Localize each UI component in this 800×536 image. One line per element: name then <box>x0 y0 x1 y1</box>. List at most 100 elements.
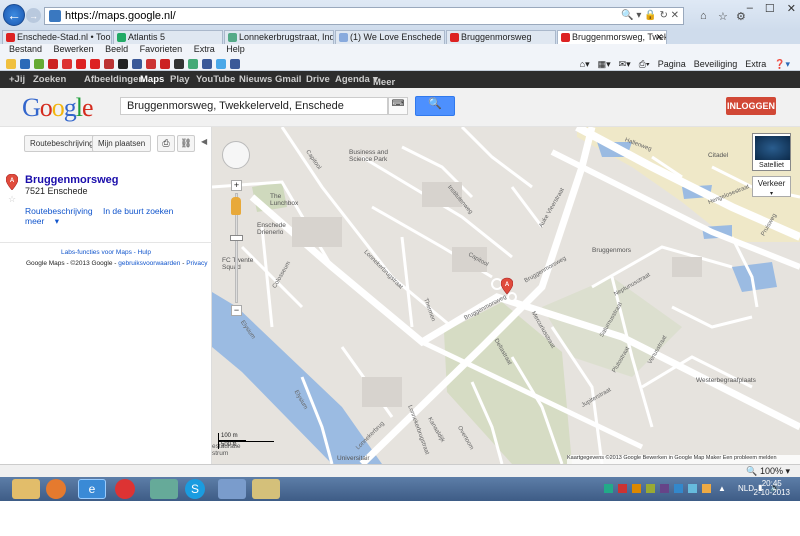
favorite-icon[interactable] <box>132 59 142 69</box>
favorite-icon[interactable] <box>48 59 58 69</box>
address-bar[interactable]: https://maps.google.nl/ 🔍 ▾ 🔒 ↻ ✕ <box>44 7 684 25</box>
directions-button[interactable]: Routebeschrijving <box>24 135 100 152</box>
favorite-icon[interactable] <box>20 59 30 69</box>
print-icon[interactable]: ⎙▾ <box>639 59 650 70</box>
tray-icon[interactable] <box>604 484 613 493</box>
tray-up-icon[interactable]: ▲ <box>718 484 726 493</box>
tab-3[interactable]: Lonnekerbrugstraat, Industrie, ... <box>224 30 334 44</box>
traffic-button[interactable]: Verkeer ▾ <box>752 176 791 197</box>
menu-item-extra[interactable]: Extra <box>194 44 215 54</box>
clock[interactable]: 20:45 2-10-2013 <box>754 479 790 497</box>
label-lunchbox[interactable]: The Lunchbox <box>270 193 298 207</box>
command-pagina[interactable]: Pagina <box>658 59 686 69</box>
tab-1[interactable]: Enschede-Stad.nl • Toon onde... <box>2 30 112 44</box>
gbar-item-gmail[interactable]: Gmail <box>275 74 301 85</box>
tray-icon[interactable] <box>646 484 655 493</box>
search-button[interactable]: 🔍 <box>415 96 455 116</box>
home-icon[interactable]: ⌂ <box>700 10 707 22</box>
favorite-icon[interactable] <box>188 59 198 69</box>
terms-link[interactable]: gebruiksvoorwaarden <box>118 260 180 267</box>
rss-icon[interactable]: ▦▾ <box>598 59 611 70</box>
forward-button[interactable]: → <box>26 8 41 23</box>
gbar-item-nieuws[interactable]: Nieuws <box>239 74 272 85</box>
favorite-icon[interactable] <box>76 59 86 69</box>
favorite-icon[interactable] <box>230 59 240 69</box>
favorite-icon[interactable] <box>174 59 184 69</box>
zoom-out-button[interactable]: − <box>231 305 242 316</box>
gbar-item-play[interactable]: Play <box>170 74 190 85</box>
gbar-item-zoeken[interactable]: Zoeken <box>33 74 66 85</box>
favorite-icon[interactable] <box>104 59 114 69</box>
favorite-icon[interactable] <box>118 59 128 69</box>
back-button[interactable]: ← <box>3 4 25 26</box>
label-bruggenmors[interactable]: Bruggenmors <box>592 247 631 254</box>
label-drienerlo[interactable]: Enschede Drienerlo <box>257 222 286 236</box>
marker-pin-icon[interactable]: A <box>6 174 18 190</box>
command-extra[interactable]: Extra <box>745 59 766 69</box>
menu-item-help[interactable]: Help <box>226 44 245 54</box>
tray-icon[interactable] <box>674 484 683 493</box>
tray-icon[interactable] <box>688 484 697 493</box>
menu-item-favorieten[interactable]: Favorieten <box>140 44 183 54</box>
zoom-slider-handle[interactable] <box>230 235 243 241</box>
menu-item-bestand[interactable]: Bestand <box>9 44 42 54</box>
login-button[interactable]: INLOGGEN <box>726 97 776 115</box>
privacy-link[interactable]: Privacy <box>186 260 207 267</box>
print-button[interactable]: ⎙ <box>157 135 175 152</box>
keyboard-icon[interactable]: ⌨ <box>388 97 408 115</box>
firefox-icon[interactable] <box>46 479 66 499</box>
label-universitair[interactable]: Universitair <box>337 455 370 462</box>
gear-icon[interactable]: ⚙ <box>736 10 746 23</box>
labs-help-link[interactable]: Labs-functies voor Maps - Hulp <box>0 249 212 256</box>
tab-2[interactable]: Atlantis 5 <box>113 30 223 44</box>
explorer-icon[interactable] <box>12 479 40 499</box>
gbar-item-afbeeldingen[interactable]: Afbeeldingen <box>84 74 144 85</box>
gbar-item-plus[interactable]: +Jij <box>9 74 25 85</box>
tray-icon[interactable] <box>618 484 627 493</box>
satellite-button[interactable]: Satelliet <box>752 133 791 171</box>
collapse-panel-icon[interactable]: ◀ <box>201 137 207 146</box>
favorite-icon[interactable] <box>146 59 156 69</box>
label-westerbegraafplaats[interactable]: Westerbegraafplaats <box>696 377 756 384</box>
pan-control[interactable] <box>222 141 250 169</box>
my-places-button[interactable]: Mijn plaatsen <box>92 135 152 152</box>
favorite-icon[interactable] <box>34 59 44 69</box>
internet-explorer-icon[interactable]: e <box>78 479 106 499</box>
map-marker-a[interactable]: A <box>501 277 513 295</box>
menu-item-beeld[interactable]: Beeld <box>105 44 128 54</box>
google-logo[interactable]: Google <box>22 93 94 123</box>
menu-item-bewerken[interactable]: Bewerken <box>54 44 94 54</box>
maximize-icon[interactable]: ☐ <box>765 2 775 15</box>
search-input[interactable]: Bruggenmorsweg, Twekkelerveld, Enschede <box>120 97 388 115</box>
tray-icon[interactable] <box>702 484 711 493</box>
favorites-star-icon[interactable]: ☆ <box>718 10 728 23</box>
tray-icon[interactable] <box>632 484 641 493</box>
map-canvas[interactable]: Business and Science Park The Lunchbox E… <box>212 127 800 464</box>
favorite-icon[interactable] <box>216 59 226 69</box>
result-title[interactable]: Bruggenmorsweg <box>25 174 119 186</box>
help-icon[interactable]: ❓▾ <box>774 59 790 70</box>
result-nearby-link[interactable]: In de buurt zoeken <box>103 206 173 216</box>
zoom-level[interactable]: 🔍 100% ▾ <box>746 466 790 477</box>
favorite-icon[interactable] <box>160 59 170 69</box>
link-button[interactable]: ⛓ <box>177 135 195 152</box>
close-icon[interactable]: ✕ <box>787 2 796 15</box>
folder-icon[interactable] <box>252 479 280 499</box>
result-directions-link[interactable]: Routebeschrijving <box>25 206 93 216</box>
chrome-icon[interactable] <box>115 479 135 499</box>
result-more-link[interactable]: meer ▾ <box>25 216 59 226</box>
zoom-in-button[interactable]: + <box>231 180 242 191</box>
keyboard-language[interactable]: NLD <box>738 484 754 493</box>
gbar-item-meer[interactable]: Meer ▾ <box>373 74 395 88</box>
favorite-icon[interactable] <box>62 59 72 69</box>
mail-icon[interactable]: ✉▾ <box>619 59 631 70</box>
pegman-icon[interactable] <box>231 197 241 215</box>
star-icon[interactable]: ☆ <box>8 194 16 205</box>
gbar-item-youtube[interactable]: YouTube <box>196 74 235 85</box>
minimize-icon[interactable]: – <box>747 2 753 15</box>
tab-6-active[interactable]: Bruggenmorsweg, Twekkel...✕ <box>557 30 667 44</box>
skype-icon[interactable]: S <box>185 479 205 499</box>
map-attribution[interactable]: Kaartgegevens ©2013 Google Bewerken in G… <box>567 455 800 464</box>
tab-4[interactable]: (1) We Love Enschede <box>335 30 445 44</box>
tray-icon[interactable] <box>660 484 669 493</box>
